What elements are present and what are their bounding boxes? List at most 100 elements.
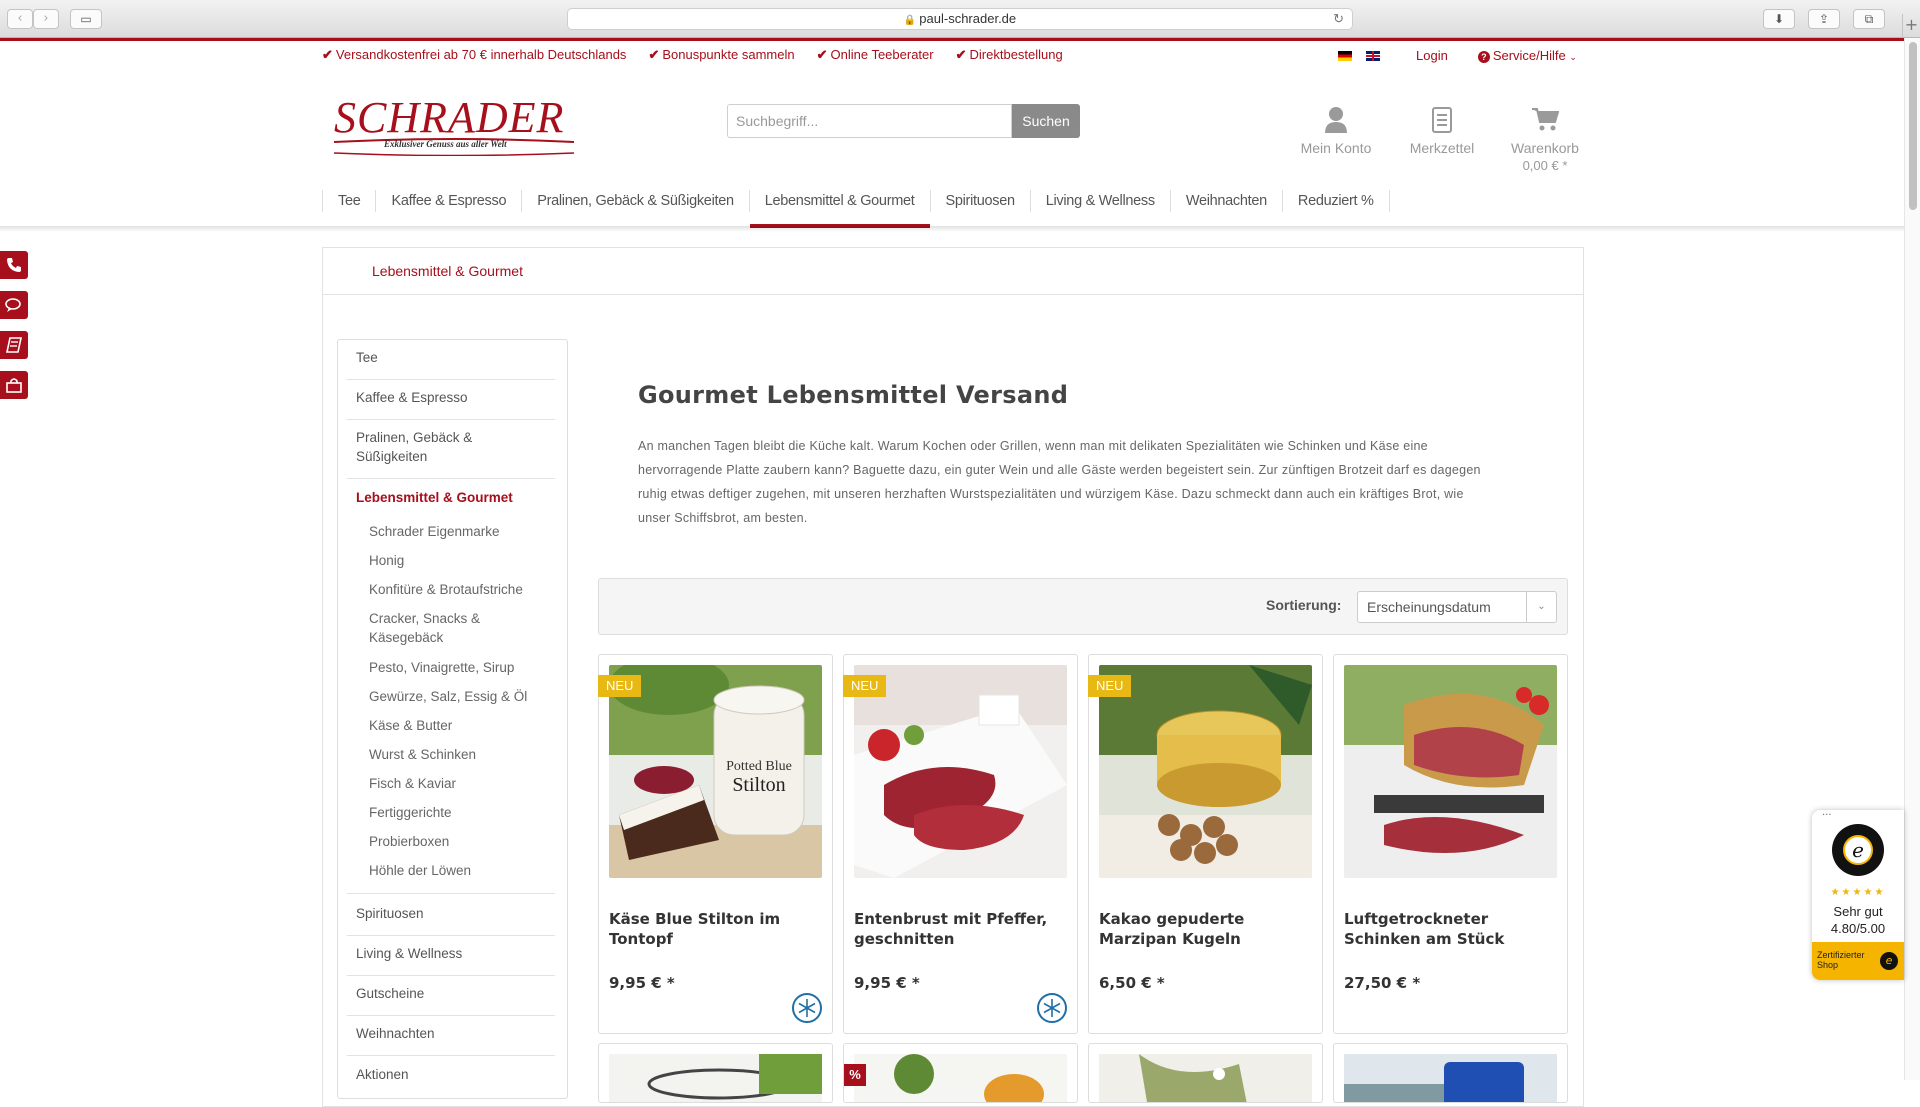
sidebar-item-lebensmittel[interactable]: Lebensmittel & Gourmet — [347, 488, 555, 507]
sidebar-subitem[interactable]: Pesto, Vinaigrette, Sirup — [369, 658, 514, 677]
cart-label: Warenkorb — [1511, 140, 1579, 156]
sidebar-toggle-icon[interactable]: ▭ — [70, 9, 102, 29]
sorting-label: Sortierung: — [1266, 597, 1342, 613]
wishlist-button[interactable]: Merkzettel — [1402, 106, 1482, 156]
sidebar-subitem[interactable]: Cracker, Snacks & Käsegebäck — [369, 609, 480, 647]
catalog-icon[interactable] — [0, 331, 28, 359]
trusted-shops-logo-icon: e — [1880, 952, 1898, 970]
phone-icon[interactable] — [0, 251, 28, 279]
scrollbar-thumb[interactable] — [1909, 42, 1917, 210]
nav-item-tee[interactable]: Tee — [322, 190, 375, 212]
product-card[interactable] — [598, 1043, 833, 1103]
sidebar-subitem[interactable]: Gewürze, Salz, Essig & Öl — [369, 687, 527, 706]
address-bar[interactable]: 🔒 paul-schrader.de ↻ — [567, 8, 1353, 30]
url-text: paul-schrader.de — [919, 11, 1017, 26]
sidebar-subitem[interactable]: Honig — [369, 551, 404, 570]
sidebar-item-kaffee[interactable]: Kaffee & Espresso — [347, 388, 555, 420]
search-input[interactable]: Suchbegriff... — [727, 104, 1012, 138]
sidebar-item-label: Süßigkeiten — [356, 449, 428, 464]
service-menu[interactable]: ? Service/Hilfe ⌄ — [1477, 48, 1577, 63]
login-link[interactable]: Login — [1416, 48, 1448, 63]
check-icon: ✔ — [322, 47, 333, 62]
usp-item[interactable]: ✔ Direktbestellung — [956, 47, 1063, 65]
nav-item-pralinen[interactable]: Pralinen, Gebäck & Süßigkeiten — [521, 190, 749, 212]
sidebar-subitem-label: Cracker, Snacks & — [369, 611, 481, 626]
sidebar-subitem[interactable]: Wurst & Schinken — [369, 745, 476, 764]
product-title[interactable]: Entenbrust mit Pfeffer, geschnitten — [854, 909, 1069, 949]
usp-label: Versandkostenfrei ab 70 € innerhalb Deut… — [335, 47, 627, 62]
sidebar-item-weihnachten[interactable]: Weihnachten — [347, 1024, 555, 1056]
product-card[interactable] — [1333, 1043, 1568, 1103]
flag-en-icon[interactable] — [1366, 50, 1380, 61]
forward-icon[interactable]: › — [33, 9, 59, 29]
account-button[interactable]: Mein Konto — [1296, 106, 1376, 156]
sidebar-item-label: Gutscheine — [356, 986, 425, 1001]
sidebar-item-label: Tee — [356, 350, 378, 365]
sidebar-item-spirituosen[interactable]: Spirituosen — [347, 904, 555, 936]
nav-item-spirituosen[interactable]: Spirituosen — [929, 190, 1030, 212]
product-title[interactable]: Luftgetrockneter Schinken am Stück — [1344, 909, 1559, 949]
product-image[interactable] — [609, 1054, 822, 1103]
shopping-bag-icon[interactable] — [0, 371, 28, 399]
cart-button[interactable]: Warenkorb 0,00 € * — [1502, 106, 1588, 173]
sidebar-item-label: Weihnachten — [356, 1026, 435, 1041]
sorting-select[interactable]: Erscheinungsdatum ⌄ — [1357, 591, 1557, 623]
product-card[interactable]: Potted Blue Stilton NEU Käse Blue Stilto… — [598, 654, 833, 1034]
product-card[interactable]: NEU Entenbrust mit Pfeffer, geschnitten 9… — [843, 654, 1078, 1034]
product-card[interactable]: Luftgetrockneter Schinken am Stück 27,50 … — [1333, 654, 1568, 1034]
product-title[interactable]: Kakao gepuderte Marzipan Kugeln — [1099, 909, 1314, 949]
nav-item-living[interactable]: Living & Wellness — [1029, 190, 1170, 212]
product-image[interactable] — [1344, 1054, 1557, 1103]
product-price: 27,50 € * — [1344, 974, 1421, 992]
reload-icon[interactable]: ↻ — [1333, 9, 1344, 29]
product-image[interactable] — [1344, 665, 1557, 878]
sidebar-subitem[interactable]: Fertiggerichte — [369, 803, 452, 822]
check-icon: ✔ — [816, 47, 828, 62]
new-tab-icon[interactable]: + — [1902, 14, 1920, 38]
product-card[interactable] — [1088, 1043, 1323, 1103]
product-image[interactable] — [854, 1054, 1067, 1103]
flag-de-icon[interactable] — [1338, 50, 1352, 61]
sidebar-item-pralinen[interactable]: Pralinen, Gebäck & Süßigkeiten — [347, 428, 555, 479]
nav-item-reduziert[interactable]: Reduziert % — [1281, 190, 1390, 212]
usp-item[interactable]: ✔ Versandkostenfrei ab 70 € innerhalb Deu… — [322, 47, 626, 65]
product-image[interactable] — [1099, 1054, 1312, 1103]
share-icon[interactable]: ⇪ — [1808, 9, 1840, 29]
sidebar-subitem[interactable]: Höhle der Löwen — [369, 861, 471, 880]
nav-item-kaffee[interactable]: Kaffee & Espresso — [375, 190, 521, 212]
product-title[interactable]: Käse Blue Stilton im Tontopf — [609, 909, 824, 949]
sidebar-subitem[interactable]: Käse & Butter — [369, 716, 452, 735]
sidebar-item-aktionen[interactable]: Aktionen — [347, 1065, 555, 1097]
chat-icon[interactable] — [0, 291, 28, 319]
sidebar-subitem[interactable]: Probierboxen — [369, 832, 449, 851]
sidebar-item-label: Spirituosen — [356, 906, 424, 921]
sidebar-subitem[interactable]: Konfitüre & Brotaufstriche — [369, 580, 523, 599]
sidebar-subitem[interactable]: Fisch & Kaviar — [369, 774, 456, 793]
more-options-icon[interactable]: ··· — [1822, 810, 1832, 821]
sidebar-item-tee[interactable]: Tee — [347, 348, 555, 380]
breadcrumb[interactable]: Lebensmittel & Gourmet — [372, 263, 523, 279]
download-icon[interactable]: ⬇ — [1763, 9, 1795, 29]
search-button[interactable]: Suchen — [1012, 104, 1080, 138]
usp-item[interactable]: ✔ Bonuspunkte sammeln — [648, 47, 794, 65]
usp-bar: ✔ Versandkostenfrei ab 70 € innerhalb Deu… — [322, 47, 1063, 65]
sidebar-item-living[interactable]: Living & Wellness — [347, 944, 555, 976]
sidebar-item-gutscheine[interactable]: Gutscheine — [347, 984, 555, 1016]
back-icon[interactable]: ‹ — [7, 9, 33, 29]
sidebar-subitem[interactable]: Schrader Eigenmarke — [369, 522, 500, 541]
tabs-overview-icon[interactable]: ⧉ — [1853, 9, 1885, 29]
product-card[interactable]: NEU Kakao gepuderte Marzipan Kugeln 6,50 … — [1088, 654, 1323, 1034]
check-icon: ✔ — [955, 47, 967, 62]
certified-line: Zertifizierter — [1817, 950, 1865, 960]
user-icon — [1296, 106, 1376, 136]
certified-shop-footer: Zertifizierter Shop e — [1812, 942, 1904, 980]
usp-item[interactable]: ✔ Online Teeberater — [817, 47, 934, 65]
trusted-shops-widget[interactable]: ··· e ★★★★★ Sehr gut 4.80/5.00 Zertifizi… — [1812, 810, 1904, 980]
product-card[interactable]: % — [843, 1043, 1078, 1103]
sorting-selected-value: Erscheinungsdatum — [1367, 599, 1491, 615]
top-right-links: Login ? Service/Hilfe ⌄ — [1338, 48, 1577, 63]
nav-item-weihnachten[interactable]: Weihnachten — [1169, 190, 1282, 212]
product-title-line: Tontopf — [609, 930, 673, 948]
logo[interactable]: SCHRADER Exklusiver Genuss aus aller Wel… — [334, 96, 574, 156]
nav-item-lebensmittel[interactable]: Lebensmittel & Gourmet — [748, 190, 930, 228]
